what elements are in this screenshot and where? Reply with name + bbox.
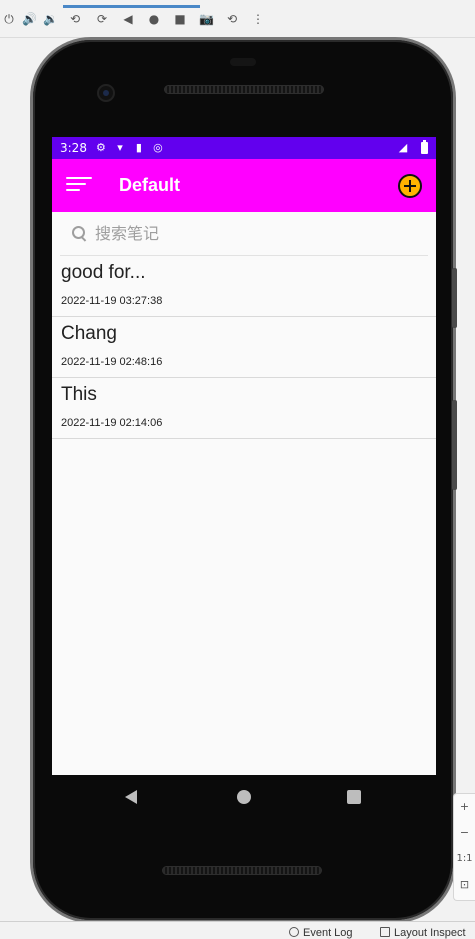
note-title: Chang <box>61 323 117 344</box>
earpiece-speaker <box>164 85 324 94</box>
zoom-fit-icon[interactable]: ⊡ <box>454 872 475 898</box>
event-log-label: Event Log <box>303 927 353 939</box>
proximity-sensor <box>230 58 256 66</box>
overview-icon[interactable]: ■ <box>173 12 187 26</box>
settings-icon: ⚙ <box>96 141 106 154</box>
back-icon[interactable]: ◀ <box>121 12 135 26</box>
emulator-toolbar: ⏻ 🔊 🔉 ⟲ ⟳ ◀ ● ■ 📷 ⟲ ⋮ <box>0 0 475 38</box>
note-item[interactable]: good for... 2022-11-19 03:27:38 <box>52 256 436 317</box>
add-note-icon[interactable] <box>398 174 422 198</box>
more-icon[interactable]: ⋮ <box>251 12 265 26</box>
snapshot-icon[interactable]: ⟲ <box>225 12 239 26</box>
battery-icon <box>421 140 428 154</box>
search-icon <box>72 226 87 241</box>
note-title: This <box>61 384 97 405</box>
power-icon[interactable]: ⏻ <box>2 12 16 26</box>
search-input[interactable] <box>95 224 395 243</box>
zoom-panel: + − 1:1 ⊡ <box>453 793 475 901</box>
note-timestamp: 2022-11-19 02:48:16 <box>61 356 163 368</box>
event-log-icon <box>289 927 299 937</box>
bottom-speaker <box>162 866 322 875</box>
status-time: 3:28 <box>60 141 87 155</box>
volume-side-button[interactable] <box>452 400 457 490</box>
active-tab-indicator <box>63 5 200 8</box>
data-saver-icon: ◎ <box>153 141 163 154</box>
nav-back-icon[interactable] <box>125 790 137 804</box>
search-bar[interactable] <box>60 212 428 256</box>
volume-up-icon[interactable]: 🔊 <box>22 12 37 26</box>
android-status-bar: 3:28 ⚙ ▾ ▮ ◎ ◢ <box>52 137 436 159</box>
note-timestamp: 2022-11-19 03:27:38 <box>61 295 163 307</box>
sd-card-icon: ▮ <box>135 141 142 154</box>
ide-bottom-bar: Event Log Layout Inspect <box>0 921 475 939</box>
home-icon[interactable]: ● <box>147 12 161 26</box>
volume-down-icon[interactable]: 🔉 <box>43 12 58 26</box>
note-item[interactable]: Chang 2022-11-19 02:48:16 <box>52 317 436 378</box>
power-side-button[interactable] <box>452 268 457 328</box>
zoom-in-button[interactable]: + <box>454 794 475 820</box>
nav-recents-icon[interactable] <box>347 790 361 804</box>
app-bar: Default <box>52 159 436 212</box>
layout-inspector-tab[interactable]: Layout Inspect <box>380 927 466 939</box>
nav-home-icon[interactable] <box>237 790 251 804</box>
note-title: good for... <box>61 262 146 283</box>
layout-inspector-icon <box>380 927 390 937</box>
zoom-actual-size-button[interactable]: 1:1 <box>454 846 475 872</box>
event-log-tab[interactable]: Event Log <box>289 927 353 939</box>
note-timestamp: 2022-11-19 02:14:06 <box>61 417 163 429</box>
rotate-right-icon[interactable]: ⟳ <box>95 12 109 26</box>
sort-menu-icon[interactable] <box>66 177 92 195</box>
page-title: Default <box>119 175 181 195</box>
camera-icon[interactable]: 📷 <box>199 12 214 26</box>
zoom-out-button[interactable]: − <box>454 820 475 846</box>
rotate-left-icon[interactable]: ⟲ <box>68 12 82 26</box>
phone-screen: 3:28 ⚙ ▾ ▮ ◎ ◢ Default good for... 2022-… <box>52 137 436 775</box>
signal-icon: ◢ <box>398 141 408 154</box>
front-camera <box>97 84 115 102</box>
wifi-icon: ▾ <box>117 141 123 154</box>
note-item[interactable]: This 2022-11-19 02:14:06 <box>52 378 436 439</box>
layout-inspector-label: Layout Inspect <box>394 927 466 939</box>
